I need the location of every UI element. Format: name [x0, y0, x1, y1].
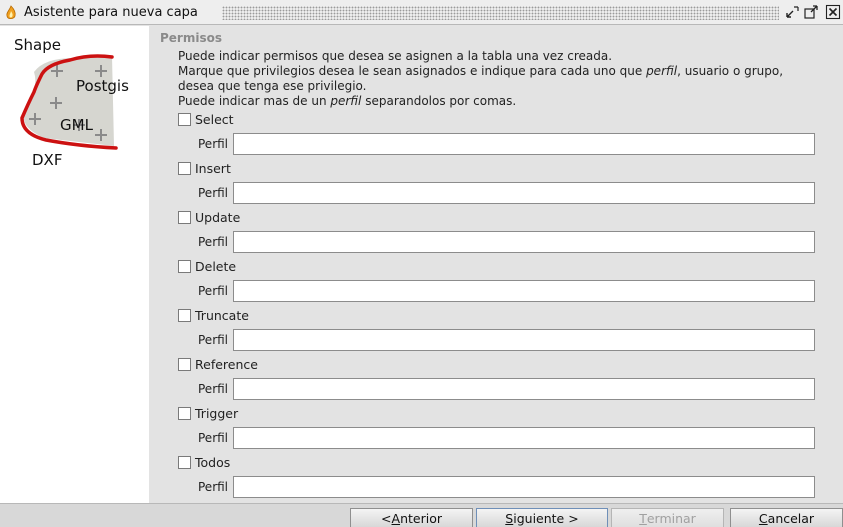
title-bar-grip — [222, 6, 779, 20]
perfil-label-delete: Perfil — [198, 284, 229, 298]
maximize-icon[interactable] — [803, 4, 819, 20]
description-line-3: desea que tenga ese privilegio. — [178, 79, 367, 93]
perfil-input-truncate[interactable] — [233, 329, 815, 351]
perfil-input-delete[interactable] — [233, 280, 815, 302]
perfil-label-truncate: Perfil — [198, 333, 229, 347]
permissions-panel: Permisos Puede indicar permisos que dese… — [149, 26, 843, 503]
perfil-label-insert: Perfil — [198, 186, 229, 200]
checkbox-box[interactable] — [178, 211, 191, 224]
cancel-button[interactable]: Cancelar — [730, 508, 843, 527]
description-line-2: Marque que privilegios desea le sean asi… — [178, 64, 784, 78]
checkbox-truncate[interactable]: Truncate — [178, 308, 249, 323]
wizard-side-panel: Shape Postgis GML DXF — [0, 26, 149, 503]
back-button[interactable]: < Anterior — [350, 508, 473, 527]
minimize-icon[interactable] — [784, 4, 800, 20]
format-gml: GML — [60, 116, 94, 134]
checkbox-reference[interactable]: Reference — [178, 357, 258, 372]
checkbox-box[interactable] — [178, 309, 191, 322]
close-icon[interactable] — [825, 4, 841, 20]
description-line-4: Puede indicar mas de un perfil separando… — [178, 94, 517, 108]
wizard-button-bar: < Anterior Siguiente > Terminar Cancelar — [0, 503, 843, 527]
checkbox-trigger[interactable]: Trigger — [178, 406, 238, 421]
description-line-1: Puede indicar permisos que desea se asig… — [178, 49, 613, 63]
checkbox-select[interactable]: Select — [178, 112, 234, 127]
checkbox-update[interactable]: Update — [178, 210, 240, 225]
checkbox-box[interactable] — [178, 456, 191, 469]
section-title: Permisos — [160, 31, 222, 45]
checkbox-box[interactable] — [178, 358, 191, 371]
perfil-input-reference[interactable] — [233, 378, 815, 400]
next-button[interactable]: Siguiente > — [476, 508, 608, 527]
finish-button[interactable]: Terminar — [611, 508, 724, 527]
checkbox-todos[interactable]: Todos — [178, 455, 230, 470]
perfil-input-update[interactable] — [233, 231, 815, 253]
perfil-input-trigger[interactable] — [233, 427, 815, 449]
format-postgis: Postgis — [76, 77, 129, 95]
perfil-label-reference: Perfil — [198, 382, 229, 396]
title-bar[interactable]: Asistente para nueva capa — [0, 0, 843, 25]
perfil-input-todos[interactable] — [233, 476, 815, 498]
checkbox-box[interactable] — [178, 407, 191, 420]
checkbox-box[interactable] — [178, 113, 191, 126]
format-dxf: DXF — [32, 151, 62, 169]
perfil-input-select[interactable] — [233, 133, 815, 155]
format-shape: Shape — [14, 36, 61, 54]
perfil-label-update: Perfil — [198, 235, 229, 249]
layer-formats-illustration: Shape Postgis GML DXF — [14, 36, 129, 169]
checkbox-delete[interactable]: Delete — [178, 259, 236, 274]
checkbox-box[interactable] — [178, 260, 191, 273]
app-flame-icon — [6, 5, 16, 20]
checkbox-box[interactable] — [178, 162, 191, 175]
window-title: Asistente para nueva capa — [24, 5, 198, 20]
perfil-input-insert[interactable] — [233, 182, 815, 204]
checkbox-insert[interactable]: Insert — [178, 161, 231, 176]
perfil-label-select: Perfil — [198, 137, 229, 151]
perfil-label-trigger: Perfil — [198, 431, 229, 445]
perfil-label-todos: Perfil — [198, 480, 229, 494]
